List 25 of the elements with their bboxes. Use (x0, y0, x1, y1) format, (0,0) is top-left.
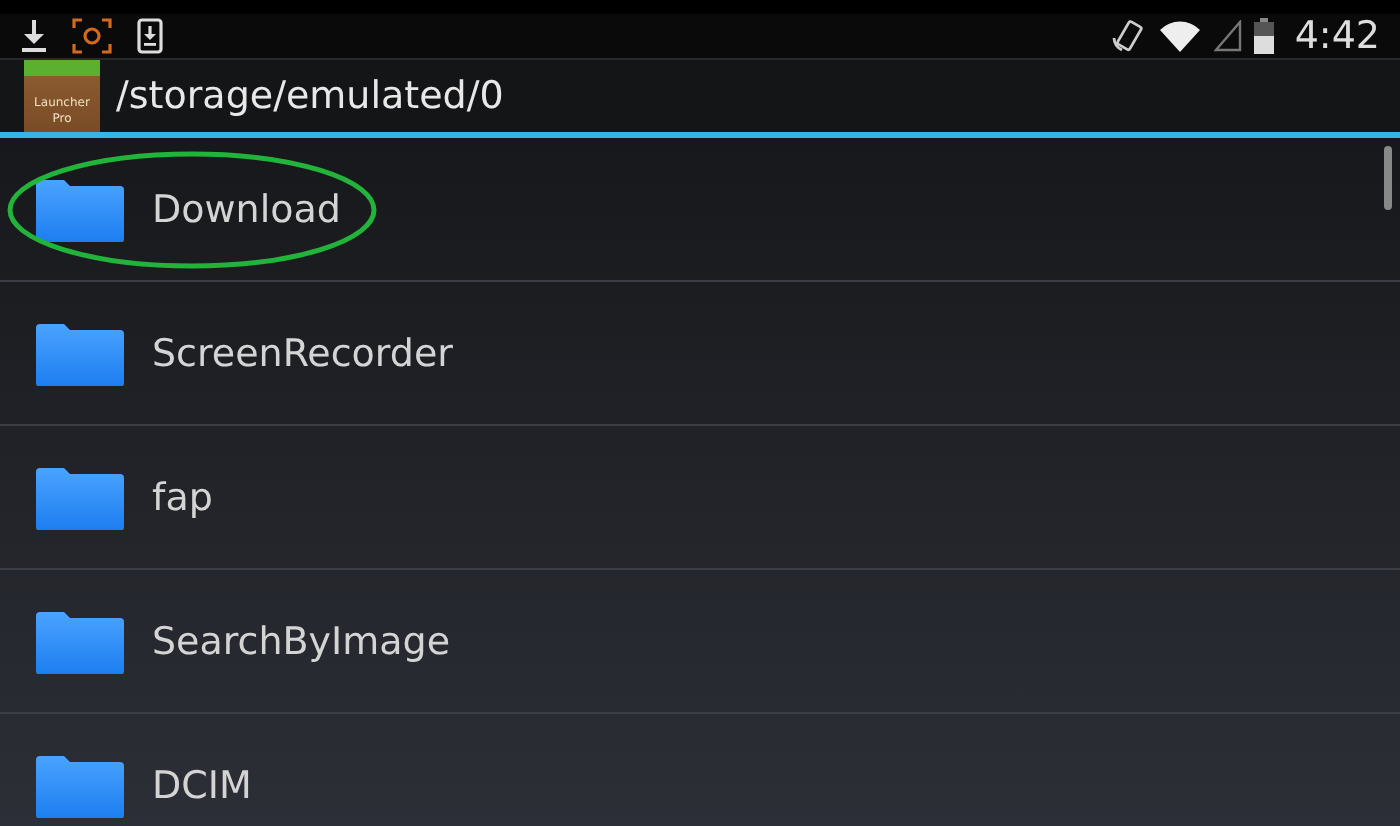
screen-capture-icon (72, 18, 112, 54)
folder-icon (32, 319, 128, 387)
battery-icon (1254, 18, 1275, 54)
scrollbar (1384, 146, 1392, 210)
folder-icon (32, 607, 128, 675)
download-icon (20, 18, 48, 54)
clock-time: 4:42 (1294, 14, 1380, 58)
folder-name: Download (152, 187, 341, 231)
folder-row[interactable]: SearchByImage (0, 570, 1400, 714)
signal-icon (1214, 20, 1243, 52)
folder-row[interactable]: Download (0, 138, 1400, 282)
folder-icon (32, 751, 128, 819)
folder-row[interactable]: ScreenRecorder (0, 282, 1400, 426)
folder-name: ScreenRecorder (152, 331, 453, 375)
folder-row[interactable]: DCIM (0, 714, 1400, 826)
folder-name: DCIM (152, 763, 252, 807)
wifi-icon (1158, 20, 1203, 52)
folder-name: fap (152, 475, 213, 519)
phone-download-icon (136, 18, 164, 54)
folder-name: SearchByImage (152, 619, 451, 663)
folder-icon (32, 463, 128, 531)
rotation-icon (1110, 18, 1147, 54)
folder-row[interactable]: fap (0, 426, 1400, 570)
folder-path: /storage/emulated/0 (116, 74, 504, 118)
folder-icon (32, 175, 128, 243)
